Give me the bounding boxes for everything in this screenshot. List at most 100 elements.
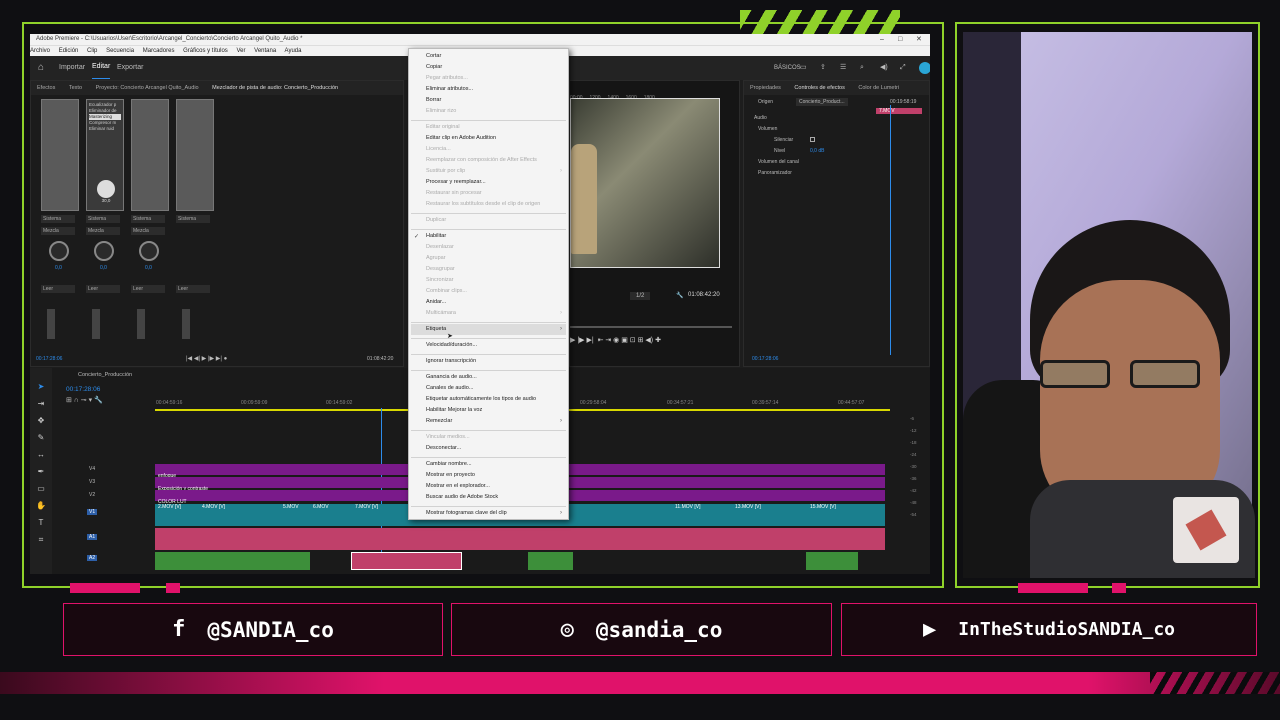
pan-knob[interactable] [139,241,159,261]
menu-item-adobe-stock[interactable]: Buscar audio de Adobe Stock [426,494,498,500]
menu-item-ganancia[interactable]: Ganancia de audio... [426,374,477,380]
sequence-select[interactable]: Concierto_Product... [796,98,848,106]
menu-secuencia[interactable]: Secuencia [106,48,134,54]
row-volumen[interactable]: Volumen [758,126,777,132]
close-icon[interactable]: ✕ [916,34,922,45]
video-clip[interactable]: 2.MOV [V] [158,504,181,510]
menu-ventana[interactable]: Ventana [254,48,276,54]
automation-select[interactable]: Leer [176,285,210,293]
audio-clip[interactable] [155,552,310,570]
automation-select[interactable]: Leer [41,285,75,293]
caption-icon[interactable]: ⌗ [30,531,52,548]
search-icon[interactable]: ⌕ [860,56,864,80]
menu-item-desconectar[interactable]: Desconectar... [426,445,461,451]
tab-exportar[interactable]: Exportar [117,56,143,80]
menu-ayuda[interactable]: Ayuda [285,48,302,54]
track-header[interactable]: V2 [89,492,95,498]
mute-checkbox[interactable] [810,137,815,142]
maximize-icon[interactable]: □ [898,34,902,45]
video-clip[interactable]: 7.MOV [V] [355,504,378,510]
type-icon[interactable]: T [30,514,52,531]
level-value[interactable]: 0,0 dB [810,148,824,154]
menu-item-ignorar-transcripcion[interactable]: Ignorar transcripción [426,358,476,364]
channel-select[interactable]: Sistema [41,215,75,223]
menu-item-mostrar-proyecto[interactable]: Mostrar en proyecto [426,472,475,478]
program-transport[interactable]: ▶ |▶ ▶| ⇤ ⇥ ◉ ▣ ⊡ ⊞ ◀) ✚ [570,336,661,344]
program-scrubber[interactable] [570,326,732,328]
workspace-label[interactable]: BÁSICOS [774,56,801,80]
menu-item-borrar[interactable]: Borrar [426,97,441,103]
menu-item-eliminar-atributos[interactable]: Eliminar atributos... [426,86,473,92]
menu-item-mostrar-explorador[interactable]: Mostrar en el explorador... [426,483,490,489]
volume-fader[interactable] [92,309,100,339]
effect-slot[interactable]: Eliminar ruid [89,126,121,132]
export-icon[interactable]: ⇪ [820,56,826,80]
sequence-tab[interactable]: Concierto_Producción [78,372,132,378]
tab-propiedades[interactable]: Propiedades [750,85,781,91]
mix-select[interactable]: Mezcla [86,227,120,235]
automation-select[interactable]: Leer [86,285,120,293]
menu-item-mejorar-voz[interactable]: Habilitar Mejorar la voz [426,407,482,413]
minimize-icon[interactable]: – [880,34,884,45]
row-panoramizador[interactable]: Panoramizador [758,170,792,176]
tab-texto[interactable]: Texto [69,85,82,91]
track-header[interactable]: A2 [87,555,98,561]
pan-knob[interactable] [49,241,69,261]
menu-item-cortar[interactable]: Cortar [426,53,441,59]
wrench-icon[interactable]: 🔧 [676,292,683,299]
timeline-tools[interactable]: ⊞ ∩ ⊸ ▾ 🔧 [66,396,103,404]
pan-knob[interactable] [94,241,114,261]
volume-fader[interactable] [47,309,55,339]
audio-clip-selected[interactable] [351,552,462,570]
mix-select[interactable]: Mezcla [41,227,75,235]
menu-item-procesar[interactable]: Procesar y reemplazar... [426,179,486,185]
volume-fader[interactable] [182,309,190,339]
menu-item-editar-audition[interactable]: Editar clip en Adobe Audition [426,135,496,141]
video-clip[interactable]: 13.MOV [V] [735,504,761,510]
menu-marcadores[interactable]: Marcadores [143,48,175,54]
menu-edicion[interactable]: Edición [59,48,79,54]
track-select-icon[interactable]: ⇥ [30,395,52,412]
track-header[interactable]: V4 [89,466,95,472]
menu-clip[interactable]: Clip [87,48,97,54]
slip-icon[interactable]: ↔ [30,446,52,463]
audio-track-a1[interactable] [155,528,885,550]
rectangle-icon[interactable]: ▭ [30,480,52,497]
hand-icon[interactable]: ✋ [30,497,52,514]
home-icon[interactable]: ⌂ [38,56,44,80]
ripple-icon[interactable]: ✥ [30,412,52,429]
pen-icon[interactable]: ✒ [30,463,52,480]
video-clip[interactable]: 4.MOV [V] [202,504,225,510]
tab-mezclador[interactable]: Mezclador de pista de audio: Concierto_P… [212,85,338,91]
menu-archivo[interactable]: Archivo [30,48,50,54]
menu-item-etiquetar-audio[interactable]: Etiquetar automáticamente los tipos de a… [426,396,536,402]
volume-fader[interactable] [137,309,145,339]
tab-editar[interactable]: Editar [92,56,111,79]
razor-icon[interactable]: ✎ [30,429,52,446]
tab-importar[interactable]: Importar [59,56,85,80]
video-clip[interactable]: 5.MOV [283,504,299,510]
menu-item-habilitar[interactable]: Habilitar [426,233,446,239]
tab-lumetri[interactable]: Color de Lumetri [858,85,899,91]
tab-proyecto[interactable]: Proyecto: Concierto Arcangel Quito_Audio [96,85,199,91]
volume-icon[interactable]: ◀) [880,56,888,80]
menu-item-remezclar[interactable]: Remezclar [426,418,452,424]
source-label[interactable]: Origen [758,99,773,105]
audio-clip[interactable] [528,552,573,570]
channel-select[interactable]: Sistema [131,215,165,223]
mixer-transport[interactable]: |◀ ◀| ▶ |▶ ▶| ● [186,355,227,362]
video-clip[interactable]: 6.MOV [313,504,329,510]
audio-clip[interactable] [806,552,858,570]
selection-tool-icon[interactable]: ➤ [30,378,52,395]
channel-select[interactable]: Sistema [176,215,210,223]
automation-select[interactable]: Leer [131,285,165,293]
tab-efectos[interactable]: Efectos [37,85,55,91]
channel-select[interactable]: Sistema [86,215,120,223]
menu-item-anidar[interactable]: Anidar... [426,299,446,305]
zoom-select[interactable]: 1/2 [630,292,651,300]
menu-graficos[interactable]: Gráficos y títulos [183,48,228,54]
video-clip[interactable]: 15.MOV [V] [810,504,836,510]
notifications-icon[interactable] [919,62,930,74]
menu-item-velocidad[interactable]: Velocidad/duración... [426,342,477,348]
fullscreen-icon[interactable]: ⤢ [900,56,906,80]
